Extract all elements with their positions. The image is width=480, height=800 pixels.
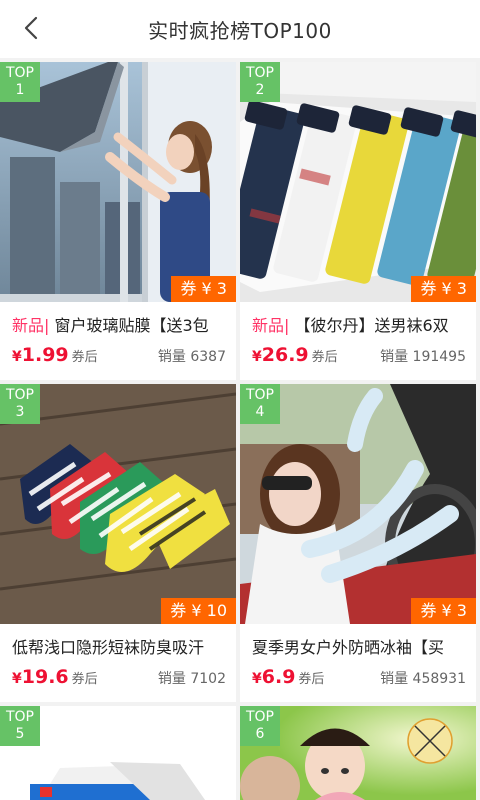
- price-note: 券后: [71, 350, 98, 365]
- price-value: 1.99: [21, 344, 69, 366]
- rank-badge: TOP 2: [240, 62, 280, 102]
- rank-badge-label: TOP: [245, 709, 274, 725]
- rank-badge: TOP 4: [240, 384, 280, 424]
- currency-symbol: ¥: [252, 671, 262, 687]
- coupon-tag: 券 ¥ 3: [411, 598, 476, 624]
- currency-symbol: ¥: [12, 349, 22, 365]
- price-row: ¥1.99 券后 销量 6387: [12, 344, 226, 368]
- product-image[interactable]: TOP 3 券 ¥ 10: [0, 384, 236, 624]
- price: ¥6.9: [252, 666, 295, 688]
- rank-badge-label: TOP: [245, 387, 274, 403]
- rank-badge-label: TOP: [245, 65, 274, 81]
- product-title[interactable]: 新品| 【彼尔丹】送男袜6双: [252, 312, 466, 336]
- price: ¥19.6: [12, 666, 69, 688]
- product-title[interactable]: 低帮浅口隐形短袜防臭吸汗: [12, 634, 226, 658]
- product-card-2[interactable]: TOP 2 券 ¥ 3 新品| 【彼尔丹】送男袜6双 ¥26.9 券后 销量 19…: [240, 62, 476, 380]
- rank-badge-label: TOP: [5, 65, 34, 81]
- price-row: ¥26.9 券后 销量 191495: [252, 344, 466, 368]
- product-image[interactable]: TOP 1 券 ¥ 3: [0, 62, 236, 302]
- product-image[interactable]: TOP 6: [240, 706, 476, 800]
- back-button[interactable]: [14, 11, 48, 45]
- chevron-left-icon: [24, 16, 38, 40]
- coupon-tag: 券 ¥ 10: [161, 598, 236, 624]
- product-card-5[interactable]: TOP 5: [0, 706, 236, 800]
- rank-badge: TOP 3: [0, 384, 40, 424]
- price-note: 券后: [311, 350, 338, 365]
- new-product-tag: 新品|: [252, 316, 290, 335]
- page-title: 实时疯抢榜TOP100: [148, 18, 332, 43]
- sales-count: 销量 458931: [380, 671, 466, 687]
- rank-badge-label: TOP: [5, 709, 34, 725]
- top-nav-bar: 实时疯抢榜TOP100: [0, 0, 480, 58]
- price-value: 6.9: [261, 666, 296, 688]
- product-card-6[interactable]: TOP 6: [240, 706, 476, 800]
- product-card-4[interactable]: TOP 4 券 ¥ 3 夏季男女户外防晒冰袖【买 ¥6.9 券后 销量 45893…: [240, 384, 476, 702]
- rank-badge: TOP 1: [0, 62, 40, 102]
- price-note: 券后: [298, 672, 325, 687]
- rank-badge-number: 6: [255, 726, 265, 742]
- currency-symbol: ¥: [12, 671, 22, 687]
- coupon-tag: 券 ¥ 3: [171, 276, 236, 302]
- price-note: 券后: [71, 672, 98, 687]
- price-row: ¥19.6 券后 销量 7102: [12, 666, 226, 690]
- rank-badge-number: 1: [15, 82, 25, 98]
- rank-badge-number: 3: [15, 404, 25, 420]
- new-product-tag: 新品|: [12, 316, 50, 335]
- rank-badge-number: 2: [255, 82, 265, 98]
- product-name: 夏季男女户外防晒冰袖【买: [252, 638, 445, 657]
- sales-count: 销量 7102: [157, 671, 226, 687]
- price-value: 26.9: [261, 344, 309, 366]
- product-card-1[interactable]: TOP 1 券 ¥ 3 新品| 窗户玻璃贴膜【送3包 ¥1.99 券后 销量 63…: [0, 62, 236, 380]
- coupon-tag: 券 ¥ 3: [411, 276, 476, 302]
- sales-count: 销量 6387: [157, 349, 226, 365]
- currency-symbol: ¥: [252, 349, 262, 365]
- product-image[interactable]: TOP 4 券 ¥ 3: [240, 384, 476, 624]
- price: ¥1.99: [12, 344, 69, 366]
- price-value: 19.6: [21, 666, 69, 688]
- product-title[interactable]: 新品| 窗户玻璃贴膜【送3包: [12, 312, 226, 336]
- rank-badge-number: 5: [15, 726, 25, 742]
- rank-badge-label: TOP: [5, 387, 34, 403]
- rank-badge: TOP 5: [0, 706, 40, 746]
- product-name: 低帮浅口隐形短袜防臭吸汗: [12, 638, 205, 657]
- product-name: 窗户玻璃贴膜【送3包: [49, 316, 209, 335]
- rank-badge: TOP 6: [240, 706, 280, 746]
- price-row: ¥6.9 券后 销量 458931: [252, 666, 466, 690]
- product-image[interactable]: TOP 2 券 ¥ 3: [240, 62, 476, 302]
- rank-badge-number: 4: [255, 404, 265, 420]
- product-image[interactable]: TOP 5: [0, 706, 236, 800]
- product-card-3[interactable]: TOP 3 券 ¥ 10 低帮浅口隐形短袜防臭吸汗 ¥19.6 券后 销量 710…: [0, 384, 236, 702]
- sales-count: 销量 191495: [380, 349, 466, 365]
- product-name: 【彼尔丹】送男袜6双: [289, 316, 449, 335]
- product-title[interactable]: 夏季男女户外防晒冰袖【买: [252, 634, 466, 658]
- app-screen: 实时疯抢榜TOP100 TOP 1 券 ¥ 3 新品| 窗户玻璃贴膜【送3包 ¥…: [0, 0, 480, 800]
- price: ¥26.9: [252, 344, 309, 366]
